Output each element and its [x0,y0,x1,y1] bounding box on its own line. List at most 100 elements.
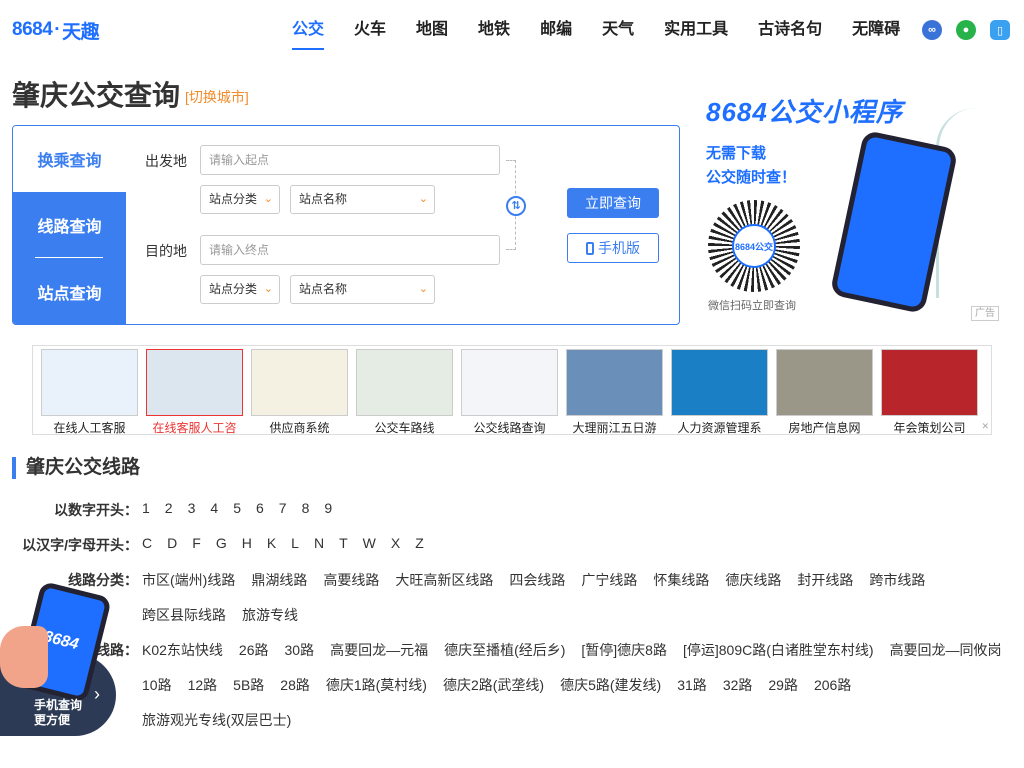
category-link[interactable]: 跨区县际线路 [142,607,226,623]
category-link[interactable]: 大旺高新区线路 [395,572,493,588]
category-link[interactable]: 广宁线路 [581,572,637,588]
letter-link[interactable]: G [216,535,227,551]
category-link[interactable]: 德庆线路 [725,572,781,588]
mobile-float-badge[interactable]: 8684 手机查询 更方便 › [0,580,120,736]
line-link[interactable]: [暂停]德庆8路 [581,642,667,658]
line-link[interactable]: 32路 [723,677,753,693]
num-link[interactable]: 9 [324,500,332,516]
tab-transfer[interactable]: 换乘查询 [13,126,126,192]
nav-subway[interactable]: 地铁 [478,18,510,44]
ad-item[interactable]: 公交车路线 [356,349,453,435]
line-link[interactable]: 206路 [814,677,851,693]
line-link[interactable]: 高要回龙—同攸岗 [890,642,1002,658]
letter-link[interactable]: H [242,535,252,551]
letter-link[interactable]: L [291,535,299,551]
letter-link[interactable]: K [267,535,276,551]
ad-item[interactable]: 大理丽江五日游 [566,349,663,435]
ad-item[interactable]: 公交线路查询 [461,349,558,435]
nav-tools[interactable]: 实用工具 [664,18,728,44]
num-link[interactable]: 5 [233,500,241,516]
letter-link[interactable]: X [391,535,400,551]
line-link[interactable]: 29路 [768,677,798,693]
letter-link[interactable]: D [167,535,177,551]
ad-item[interactable]: 房地产信息网 [776,349,873,435]
line-link[interactable]: 28路 [280,677,310,693]
mini-program-icon[interactable]: ∞ [922,20,942,40]
letter-link[interactable]: T [339,535,348,551]
line-link[interactable]: K02东站快线 [142,642,223,658]
tab-station[interactable]: 站点查询 [13,258,126,324]
hand-illustration [0,626,48,688]
line-link[interactable]: 旅游观光专线(双层巴士) [142,712,291,728]
ad-item[interactable]: 在线客服人工咨 [146,349,243,435]
line-link[interactable]: 30路 [285,642,315,658]
num-link[interactable]: 7 [279,500,287,516]
ad-item[interactable]: 在线人工客服 [41,349,138,435]
category-link[interactable]: 四会线路 [509,572,565,588]
line-link[interactable]: 高要回龙—元福 [330,642,428,658]
letter-link[interactable]: F [192,535,201,551]
nav-weather[interactable]: 天气 [602,18,634,44]
letter-link[interactable]: W [363,535,376,551]
line-link[interactable]: 12路 [188,677,218,693]
ad-image [776,349,873,416]
line-link[interactable]: 31路 [677,677,707,693]
category-link[interactable]: 封开线路 [797,572,853,588]
site-logo[interactable]: 8684 · 天趣 [12,18,100,43]
tab-line[interactable]: 线路查询 [13,192,126,258]
letter-link[interactable]: C [142,535,152,551]
swap-icon[interactable]: ⇅ [506,196,526,216]
line-link[interactable]: 10路 [142,677,172,693]
num-link[interactable]: 2 [165,500,173,516]
close-icon[interactable]: ✕ [981,421,989,432]
to-label: 目的地 [145,243,187,259]
category-link[interactable]: 旅游专线 [242,607,298,623]
line-link[interactable]: 5B路 [233,677,264,693]
nav-poems[interactable]: 古诗名句 [758,18,822,44]
switch-city-link[interactable]: [切换城市] [185,87,249,107]
category-link[interactable]: 鼎湖线路 [251,572,307,588]
nav-bus[interactable]: 公交 [292,18,325,50]
category-link[interactable]: 高要线路 [323,572,379,588]
mobile-icon[interactable]: ▯ [990,20,1010,40]
num-link[interactable]: 1 [142,500,150,516]
from-station-select[interactable]: 站点名称 ⌄ [290,185,435,214]
letter-link[interactable]: Z [415,535,424,551]
badge-text: 手机查询 更方便 [34,698,82,728]
mini-program-promo[interactable]: 8684公交小程序 无需下载 公交随时查！ 8684公交 微信扫码立即查询 广告 [698,88,1006,324]
nav-accessibility[interactable]: 无障碍 [852,18,900,44]
line-link[interactable]: 26路 [239,642,269,658]
from-input[interactable]: 请输入起点 [200,145,500,175]
line-link[interactable]: 德庆5路(建发线) [560,677,661,693]
num-link[interactable]: 4 [210,500,218,516]
chevron-down-icon: ⌄ [263,283,273,295]
to-category-select[interactable]: 站点分类 ⌄ [200,275,280,304]
nav-postcode[interactable]: 邮编 [540,18,572,44]
num-link[interactable]: 3 [188,500,196,516]
line-link[interactable]: 德庆至播植(经后乡) [444,642,565,658]
to-station-value: 站点名称 [299,282,348,296]
to-station-select[interactable]: 站点名称 ⌄ [290,275,435,304]
num-link[interactable]: 6 [256,500,264,516]
to-input[interactable]: 请输入终点 [200,235,500,265]
logo-separator: · [54,19,61,40]
mobile-version-button[interactable]: 手机版 [567,233,659,263]
category-link[interactable]: 怀集线路 [653,572,709,588]
line-link[interactable]: [停运]809C路(白诸胜堂东村线) [683,642,874,658]
category-link[interactable]: 市区(端州)线路 [142,572,235,588]
ad-image [566,349,663,416]
nav-train[interactable]: 火车 [354,18,386,44]
letter-link[interactable]: N [314,535,324,551]
query-button[interactable]: 立即查询 [567,188,659,218]
line-link[interactable]: 德庆2路(武垄线) [443,677,544,693]
ad-item[interactable]: 年会策划公司 [881,349,978,435]
nav-map[interactable]: 地图 [416,18,448,44]
line-link[interactable]: 德庆1路(莫村线) [326,677,427,693]
wechat-icon[interactable]: ● [956,20,976,40]
from-category-select[interactable]: 站点分类 ⌄ [200,185,280,214]
phone-icon [586,242,594,255]
ad-item[interactable]: 供应商系统 [251,349,348,435]
category-link[interactable]: 跨市线路 [869,572,925,588]
num-link[interactable]: 8 [302,500,310,516]
ad-item[interactable]: 人力资源管理系 [671,349,768,435]
